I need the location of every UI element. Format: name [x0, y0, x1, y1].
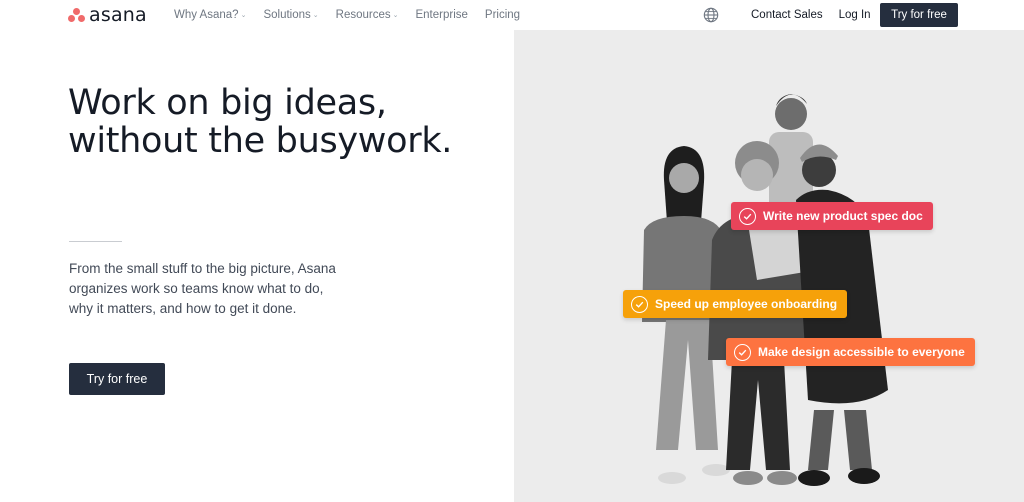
chevron-down-icon: ⌄ [392, 12, 399, 19]
globe-icon[interactable] [703, 7, 719, 23]
menu-why-asana[interactable]: Why Asana? ⌄ [174, 9, 246, 21]
asana-logo-icon [68, 8, 85, 22]
menu-enterprise[interactable]: Enterprise [415, 9, 467, 21]
menu-label: Solutions [263, 9, 311, 21]
check-circle-icon [631, 295, 648, 313]
headline-line: without the busywork. [68, 121, 453, 161]
hero-photo-panel [514, 30, 1024, 502]
task-chip: Make design accessible to everyone [726, 338, 975, 366]
subtext-line: From the small stuff to the big picture,… [69, 261, 336, 276]
nav-right: Contact Sales Log In [751, 0, 887, 30]
top-nav: asana Why Asana? ⌄ Solutions ⌄ Resources… [0, 0, 1024, 30]
nav-try-free-button[interactable]: Try for free [880, 3, 958, 27]
subtext-line: why it matters, and how to get it done. [69, 301, 297, 316]
menu-label: Why Asana? [174, 9, 239, 21]
menu-resources[interactable]: Resources ⌄ [336, 9, 399, 21]
check-circle-icon [739, 207, 756, 225]
headline-line: Work on big ideas, [68, 83, 387, 123]
menu-label: Resources [335, 9, 391, 21]
task-chip-label: Write new product spec doc [763, 209, 923, 223]
menu-pricing[interactable]: Pricing [485, 9, 520, 21]
asana-logo[interactable]: asana [68, 4, 147, 26]
chevron-down-icon: ⌄ [312, 12, 319, 19]
log-in-link[interactable]: Log In [839, 9, 871, 21]
menu-label: Enterprise [415, 9, 468, 21]
divider [69, 241, 122, 242]
task-chip-label: Speed up employee onboarding [655, 297, 838, 311]
task-chip: Write new product spec doc [731, 202, 933, 230]
logo-text: asana [89, 4, 147, 26]
team-photo-illustration [642, 94, 888, 486]
hero-try-free-button[interactable]: Try for free [69, 363, 165, 395]
menu-solutions[interactable]: Solutions ⌄ [263, 9, 318, 21]
check-circle-icon [734, 343, 751, 361]
subtext-line: organizes work so teams know what to do, [69, 281, 324, 296]
task-chip-label: Make design accessible to everyone [758, 345, 965, 359]
task-chip: Speed up employee onboarding [623, 290, 848, 318]
chevron-down-icon: ⌄ [240, 12, 247, 19]
main-menu: Why Asana? ⌄ Solutions ⌄ Resources ⌄ Ent… [174, 0, 537, 30]
hero-headline: Work on big ideas, without the busywork. [68, 84, 452, 160]
hero-subtext: From the small stuff to the big picture,… [69, 259, 369, 319]
menu-label: Pricing [484, 9, 521, 21]
contact-sales-link[interactable]: Contact Sales [751, 9, 823, 21]
